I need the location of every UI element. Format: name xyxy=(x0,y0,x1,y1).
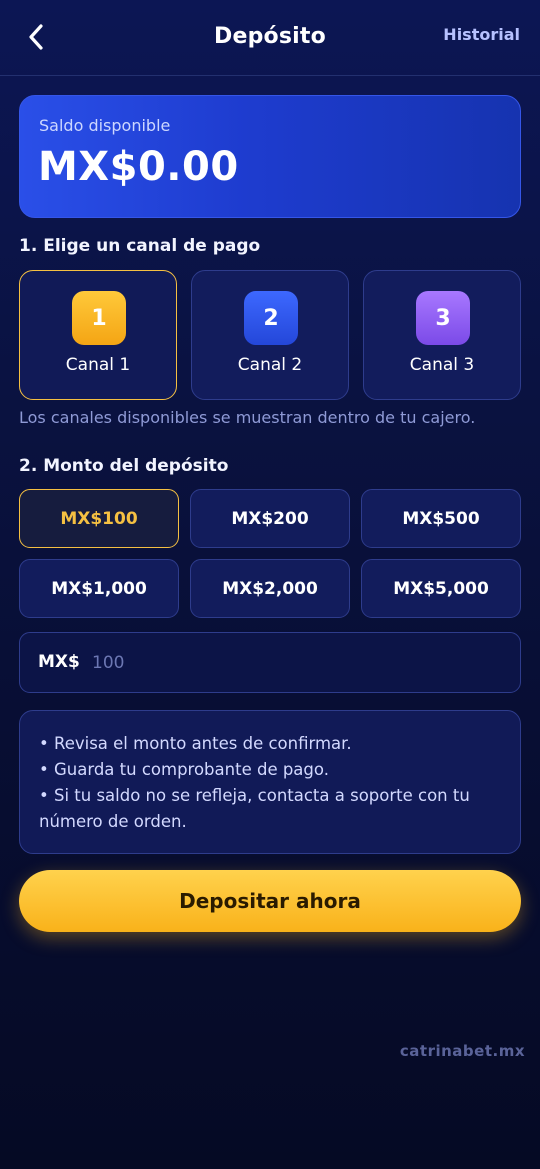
amount-input-box[interactable]: MX$ xyxy=(19,632,521,693)
channel-label: Canal 2 xyxy=(237,355,303,375)
amount-option[interactable]: MX$100 xyxy=(19,489,179,548)
amount-section-title: 2. Monto del depósito xyxy=(19,456,229,476)
amount-option[interactable]: MX$2,000 xyxy=(190,559,350,618)
amount-option[interactable]: MX$500 xyxy=(361,489,521,548)
history-link[interactable]: Historial xyxy=(443,25,520,44)
top-bar: Depósito Historial xyxy=(0,0,540,76)
tip-item: • Si tu saldo no se refleja, contacta a … xyxy=(39,786,470,831)
channel-section-title: 1. Elige un canal de pago xyxy=(19,236,261,256)
channel-badge: 2 xyxy=(244,291,298,345)
tip-item: • Guarda tu comprobante de pago. xyxy=(39,760,329,779)
amount-input[interactable] xyxy=(92,643,492,683)
channel-note: Los canales disponibles se muestran dent… xyxy=(19,408,476,427)
channel-badge: 1 xyxy=(72,291,126,345)
channel-label: Canal 3 xyxy=(409,355,475,375)
channel-badge: 3 xyxy=(416,291,470,345)
deposit-button[interactable]: Depositar ahora xyxy=(19,870,521,932)
watermark: catrinabet.mx xyxy=(399,1042,525,1060)
amount-option[interactable]: MX$5,000 xyxy=(361,559,521,618)
channel-option-2[interactable]: 2 Canal 2 xyxy=(191,270,349,400)
tips-box: • Revisa el monto antes de confirmar. • … xyxy=(19,710,521,854)
channel-label: Canal 1 xyxy=(65,355,131,375)
amount-option[interactable]: MX$200 xyxy=(190,489,350,548)
balance-amount: MX$0.00 xyxy=(38,144,239,190)
channel-option-3[interactable]: 3 Canal 3 xyxy=(363,270,521,400)
currency-prefix: MX$ xyxy=(38,652,80,672)
channel-option-1[interactable]: 1 Canal 1 xyxy=(19,270,177,400)
tip-item: • Revisa el monto antes de confirmar. xyxy=(39,734,352,753)
balance-card: Saldo disponible MX$0.00 xyxy=(19,95,521,218)
balance-label: Saldo disponible xyxy=(39,116,171,135)
amount-option[interactable]: MX$1,000 xyxy=(19,559,179,618)
